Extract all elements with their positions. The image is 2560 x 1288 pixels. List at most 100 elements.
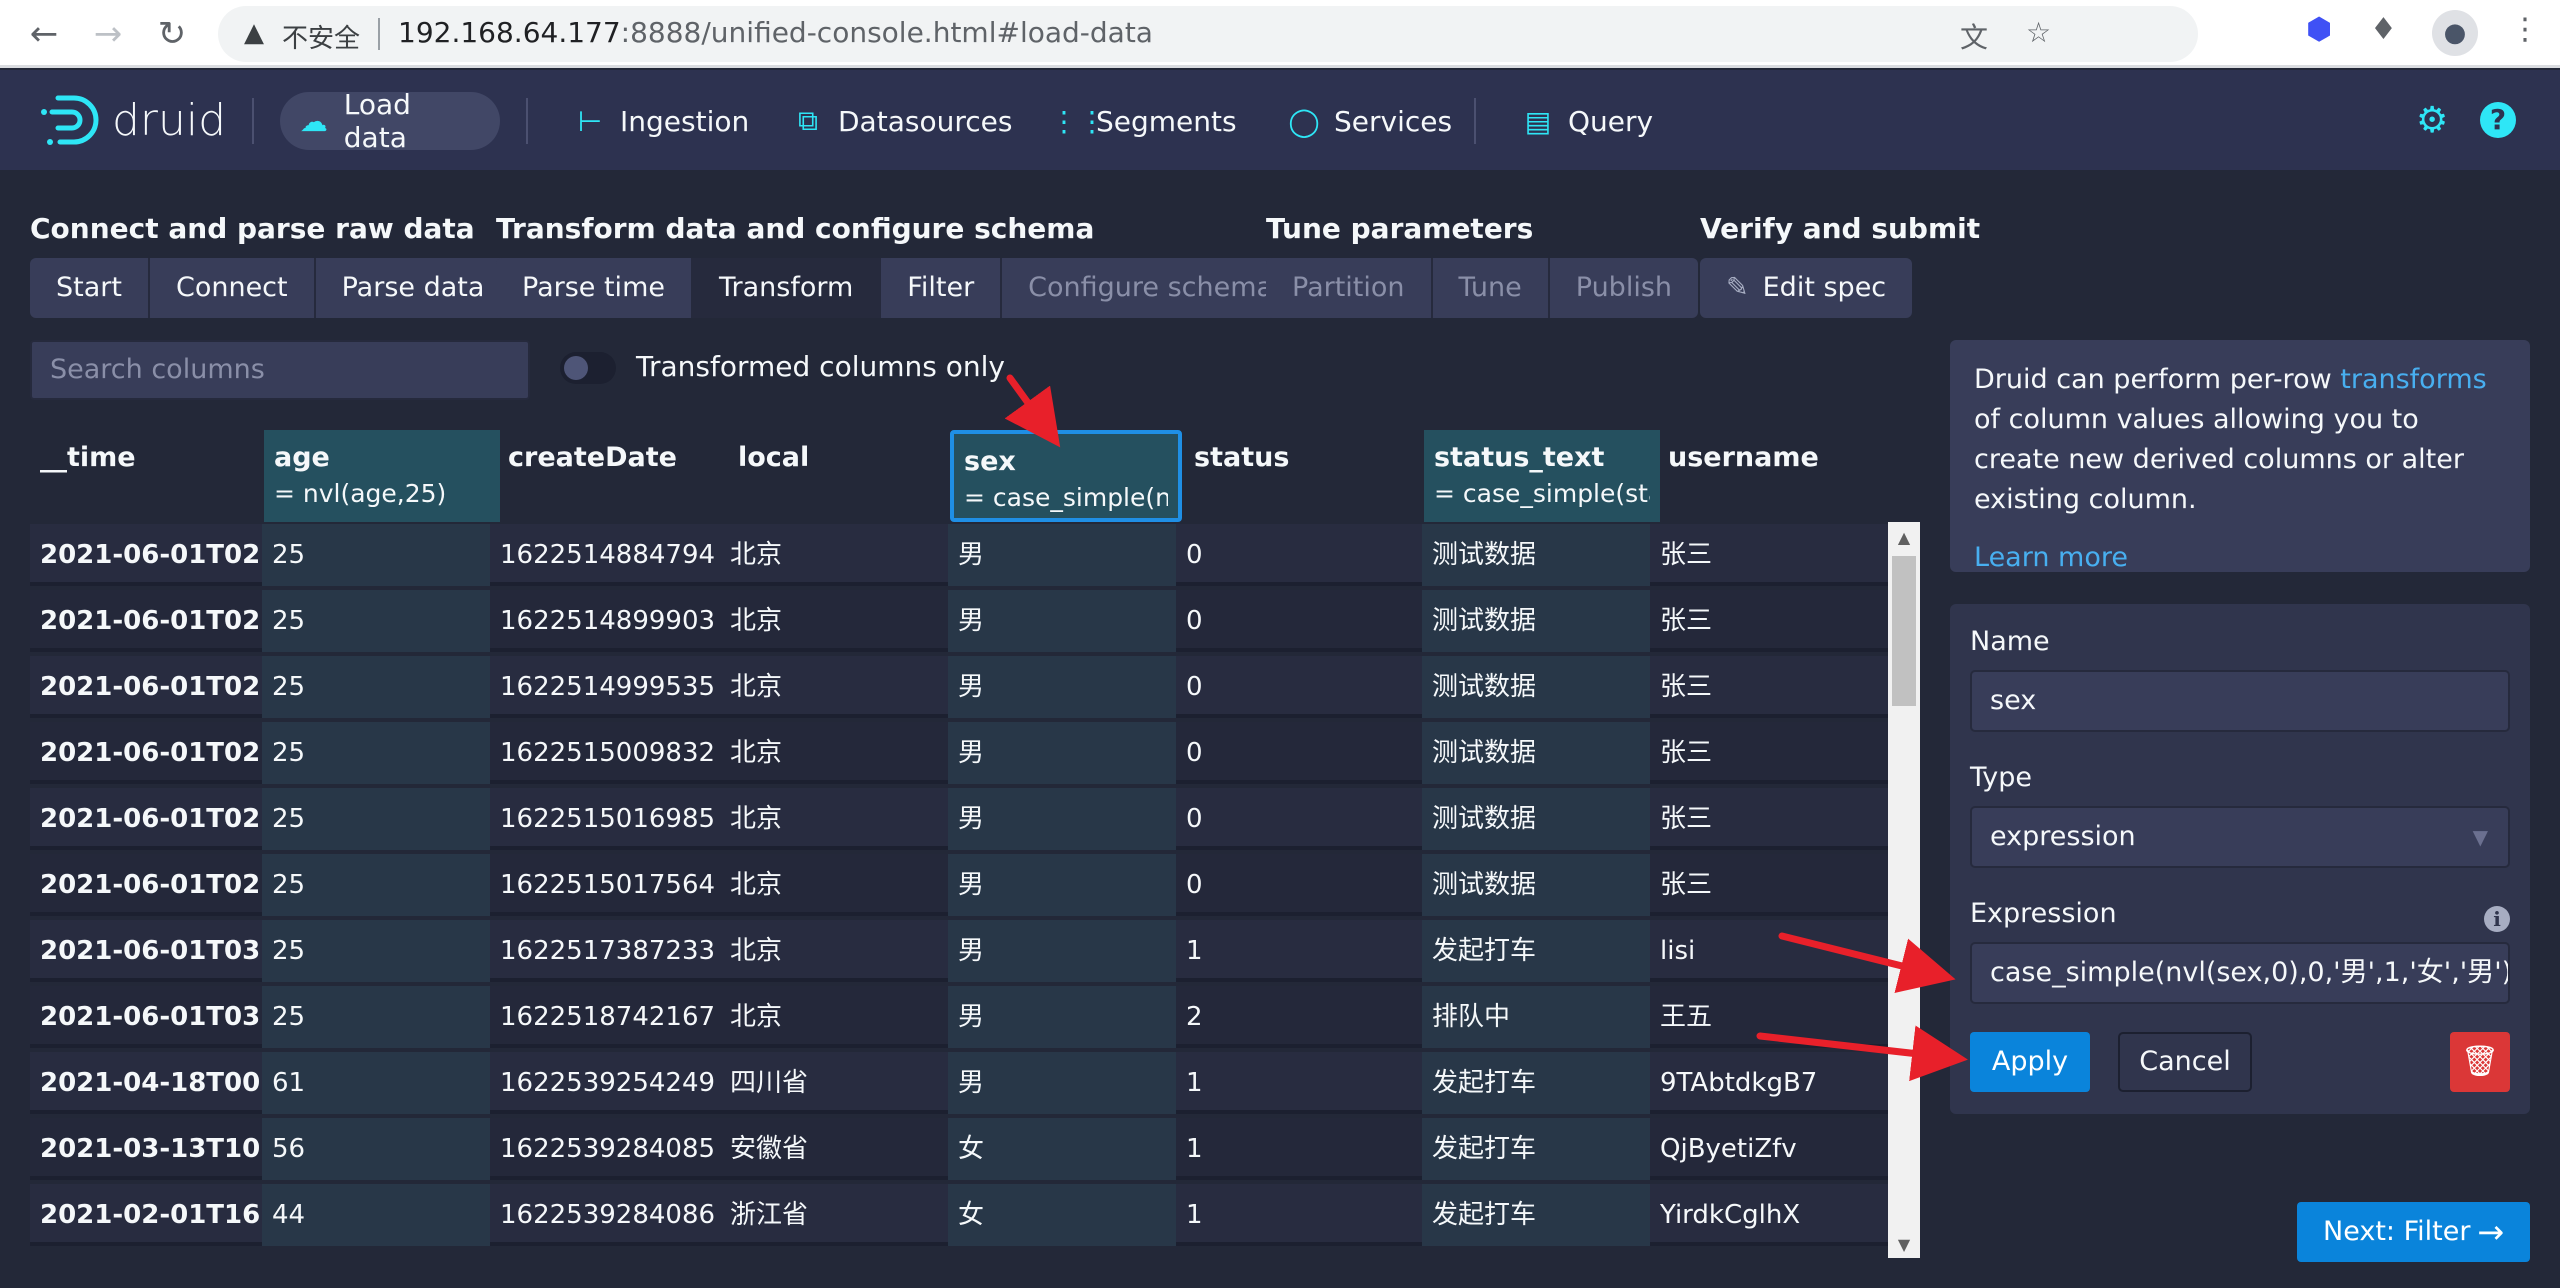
cell-sex: 男 (948, 920, 1176, 982)
cell-local: 北京 (730, 870, 783, 900)
column-header-age[interactable]: age = nvl(age,25) (264, 430, 500, 522)
browser-menu-icon[interactable]: ⋮ (2510, 12, 2540, 47)
cell-status: 2 (1186, 1002, 1203, 1032)
table-scrollbar[interactable]: ▲ ▼ (1888, 522, 1920, 1258)
apply-button[interactable]: Apply (1970, 1032, 2090, 1092)
address-bar[interactable]: ▲ 不安全 192.168.64.177:8888/unified-consol… (218, 6, 2198, 62)
cancel-button[interactable]: Cancel (2118, 1032, 2252, 1092)
url-host: 192.168.64.177 (398, 16, 621, 49)
database-icon: ◯ (1288, 104, 1320, 138)
cell-createDate: 1622514899903 (500, 606, 716, 636)
cell-username: 张三 (1660, 804, 1713, 834)
druid-logo[interactable]: druid (38, 90, 226, 150)
step-tune[interactable]: Tune (1433, 258, 1550, 318)
info-icon[interactable]: i (2484, 906, 2510, 932)
type-select-value: expression (1990, 821, 2136, 852)
cell-age: 25 (262, 920, 490, 982)
edit-spec-label: Edit spec (1762, 272, 1887, 303)
expression-input[interactable]: case_simple(nvl(sex,0),0,'男',1,'女','男') (1970, 942, 2510, 1004)
step-parse-time[interactable]: Parse time (496, 258, 693, 318)
scroll-down-icon[interactable]: ▼ (1888, 1235, 1920, 1254)
cell-local: 北京 (730, 804, 783, 834)
learn-more-link[interactable]: Learn more (1974, 538, 2506, 578)
extensions-puzzle-icon[interactable]: ♦ (2370, 12, 2397, 47)
extension-cube-icon[interactable]: ⬢ (2306, 12, 2332, 47)
column-name: sex (964, 446, 1016, 477)
table-row: 2021-06-01T03:...25 1622518742167 北京 男2 排队中王… (30, 986, 1890, 1048)
nav-segments[interactable]: ⋮⋮ Segments (1032, 92, 1255, 150)
nav-label: Query (1568, 104, 1654, 138)
cell-sex: 男 (948, 854, 1176, 916)
nav-ingestion[interactable]: ⊢ Ingestion (556, 92, 767, 150)
nav-query[interactable]: ▤ Query (1504, 92, 1671, 150)
cell-status: 0 (1186, 804, 1203, 834)
cell-sex: 男 (948, 590, 1176, 652)
transformed-only-toggle[interactable] (560, 352, 616, 384)
step-group-tune: Partition Tune Publish (1266, 258, 1699, 318)
column-name: status_text (1434, 442, 1605, 473)
cell-status: 1 (1186, 1068, 1203, 1098)
forward-icon[interactable]: → (88, 14, 128, 54)
cell-sex: 女 (948, 1184, 1176, 1246)
column-header-sex[interactable]: sex = case_simple(nvl( (950, 430, 1182, 522)
reload-icon[interactable]: ↻ (152, 14, 192, 54)
step-configure-schema[interactable]: Configure schema (1002, 258, 1299, 318)
transforms-link[interactable]: transforms (2340, 364, 2486, 395)
step-filter[interactable]: Filter (881, 258, 1003, 318)
step-edit-spec[interactable]: ✎ Edit spec (1700, 258, 1912, 318)
column-header-username[interactable]: username (1658, 430, 1898, 522)
nav-label: Services (1334, 104, 1453, 138)
step-group-title: Tune parameters (1266, 212, 1534, 245)
step-parse-data[interactable]: Parse data (316, 258, 511, 318)
cell-status-text: 排队中 (1422, 986, 1650, 1048)
cell-status-text: 发起打车 (1422, 1184, 1650, 1246)
type-select[interactable]: expression ▼ (1970, 806, 2510, 868)
cell-time: 2021-03-13T10:... (40, 1134, 262, 1164)
cell-sex: 女 (948, 1118, 1176, 1180)
cell-time: 2021-06-01T02:... (40, 738, 262, 768)
url-text[interactable]: 192.168.64.177:8888/unified-console.html… (398, 16, 1153, 49)
annotation-arrow-sex-column (1004, 374, 1061, 448)
help-icon[interactable]: ? (2480, 102, 2516, 138)
column-header-status-text[interactable]: status_text = case_simple(stat (1424, 430, 1660, 522)
cell-createDate: 1622515016985 (500, 804, 716, 834)
step-start[interactable]: Start (30, 258, 150, 318)
step-group-title: Transform data and configure schema (496, 212, 1095, 245)
column-header-local[interactable]: local (728, 430, 956, 522)
step-partition[interactable]: Partition (1266, 258, 1433, 318)
cell-username: 张三 (1660, 606, 1713, 636)
back-icon[interactable]: ← (24, 14, 64, 54)
step-connect[interactable]: Connect (150, 258, 316, 318)
next-filter-button[interactable]: Next: Filter → (2297, 1202, 2530, 1262)
step-publish[interactable]: Publish (1550, 258, 1698, 318)
ingestion-icon: ⊢ (577, 104, 603, 138)
delete-button[interactable]: 🗑 (2450, 1032, 2510, 1092)
cell-status-text: 发起打车 (1422, 920, 1650, 982)
column-header-time[interactable]: __time (30, 430, 262, 522)
table-row: 2021-06-01T02:...25 1622515016985 北京 男0 测试数据… (30, 788, 1890, 850)
bookmark-star-icon[interactable]: ☆ (2026, 16, 2051, 49)
scroll-up-icon[interactable]: ▲ (1888, 528, 1920, 547)
translate-icon[interactable]: 文 (1960, 16, 1988, 56)
cell-username: lisi (1660, 936, 1696, 966)
cell-username: QjByetiZfv (1660, 1134, 1797, 1164)
nav-load-data[interactable]: ☁ Load data (280, 88, 500, 154)
name-input[interactable]: sex (1970, 670, 2510, 732)
druid-navbar: druid ☁ Load data ⊢ Ingestion ⧉ Datasour… (0, 70, 2560, 170)
nav-services[interactable]: ◯ Services (1270, 92, 1470, 150)
nav-datasources[interactable]: ⧉ Datasources (774, 92, 1030, 150)
settings-gear-icon[interactable]: ⚙ (2416, 100, 2448, 141)
cell-status: 1 (1186, 1200, 1203, 1230)
search-columns-input[interactable]: Search columns (30, 340, 530, 400)
type-label: Type (1970, 762, 2033, 793)
query-icon: ▤ (1524, 104, 1552, 138)
step-transform[interactable]: Transform (692, 258, 882, 318)
column-transform-expression: = nvl(age,25) (274, 479, 447, 508)
profile-avatar-icon[interactable]: ● (2432, 10, 2478, 56)
cell-status-text: 测试数据 (1422, 788, 1650, 850)
column-header-status[interactable]: status (1184, 430, 1430, 522)
cell-status: 0 (1186, 540, 1203, 570)
scroll-thumb[interactable] (1892, 556, 1916, 706)
column-header-createDate[interactable]: createDate (498, 430, 728, 522)
table-row: 2021-06-01T03:...25 1622517387233 北京 男1 发起打车… (30, 920, 1890, 982)
